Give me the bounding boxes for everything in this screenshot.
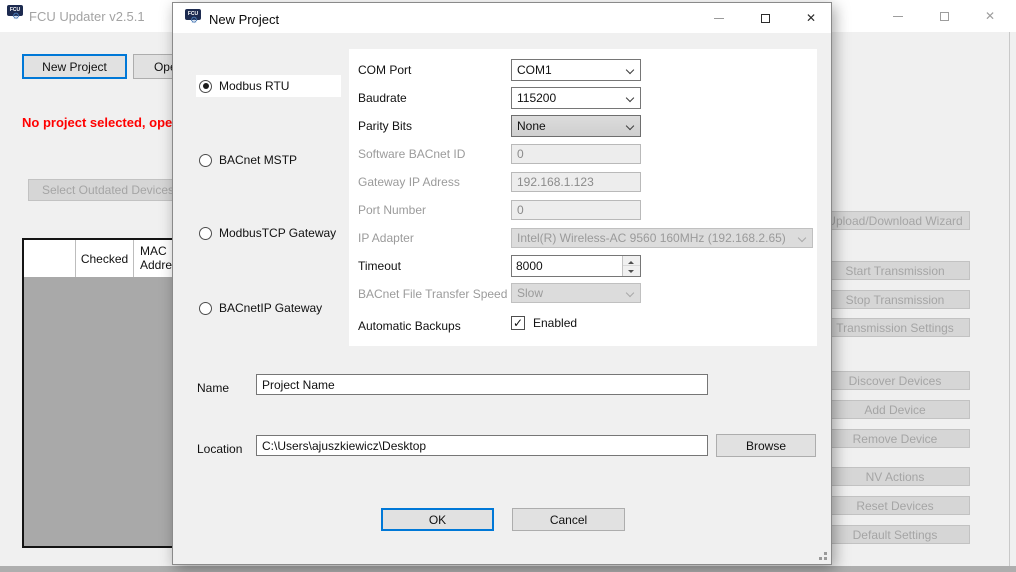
chevron-down-icon <box>626 94 634 102</box>
spinner-buttons <box>622 256 640 276</box>
dialog-titlebar[interactable]: FCU ⚙ New Project ✕ <box>173 3 831 33</box>
parity-bits-value: None <box>517 119 546 133</box>
cancel-button[interactable]: Cancel <box>512 508 625 531</box>
start-transmission-button[interactable]: Start Transmission <box>820 261 970 280</box>
ok-button[interactable]: OK <box>381 508 494 531</box>
table-col-select <box>24 240 76 277</box>
gateway-ip-field: 192.168.1.123 <box>511 172 641 192</box>
timeout-input[interactable] <box>512 256 622 276</box>
ip-adapter-select: Intel(R) Wireless-AC 9560 160MHz (192.16… <box>511 228 813 248</box>
radio-button-icon <box>199 302 212 315</box>
browse-button[interactable]: Browse <box>716 434 816 457</box>
minimize-icon <box>714 18 724 19</box>
new-project-button[interactable]: New Project <box>22 54 127 79</box>
ip-adapter-value: Intel(R) Wireless-AC 9560 160MHz (192.16… <box>517 231 786 245</box>
radio-button-icon <box>199 80 212 93</box>
chevron-down-icon <box>626 66 634 74</box>
maximize-icon <box>940 12 949 21</box>
dialog-maximize-button[interactable] <box>743 2 787 34</box>
select-outdated-devices-button[interactable]: Select Outdated Devices <box>28 179 188 201</box>
check-icon: ✓ <box>513 317 523 329</box>
app-icon: FCU ⚙ <box>7 5 25 23</box>
radio-label: Modbus RTU <box>219 79 289 93</box>
spin-down-button[interactable] <box>623 266 640 276</box>
radio-bacnet-mstp[interactable]: BACnet MSTP <box>196 149 297 171</box>
new-project-dialog: FCU ⚙ New Project ✕ Modbus RTU BACnet MS… <box>172 2 832 565</box>
enabled-label: Enabled <box>533 316 577 331</box>
window-bottom-border <box>0 566 1016 572</box>
baudrate-value: 115200 <box>517 91 556 105</box>
discover-devices-button[interactable]: Discover Devices <box>820 371 970 390</box>
location-input[interactable] <box>256 435 708 456</box>
com-port-value: COM1 <box>517 63 552 77</box>
dialog-title: New Project <box>209 12 279 27</box>
port-number-field: 0 <box>511 200 641 220</box>
default-settings-button[interactable]: Default Settings <box>820 525 970 544</box>
radio-label: BACnetIP Gateway <box>219 301 322 315</box>
close-icon: ✕ <box>806 12 816 24</box>
minimize-icon <box>893 16 903 17</box>
main-window-title: FCU Updater v2.5.1 <box>29 9 145 24</box>
reset-devices-button[interactable]: Reset Devices <box>820 496 970 515</box>
table-col-checked: Checked <box>76 240 134 277</box>
transfer-speed-label: BACnet File Transfer Speed <box>358 284 510 304</box>
nv-actions-button[interactable]: NV Actions <box>820 467 970 486</box>
main-minimize-button[interactable] <box>876 0 920 32</box>
chevron-down-icon <box>626 289 634 297</box>
stop-transmission-button[interactable]: Stop Transmission <box>820 290 970 309</box>
chevron-down-icon <box>798 234 806 242</box>
transmission-settings-button[interactable]: Transmission Settings <box>820 318 970 337</box>
timeout-label: Timeout <box>358 256 510 276</box>
com-port-label: COM Port <box>358 60 510 80</box>
radio-modbus-rtu[interactable]: Modbus RTU <box>196 75 341 97</box>
window-right-border <box>1009 32 1010 566</box>
com-port-select[interactable]: COM1 <box>511 59 641 81</box>
maximize-icon <box>761 14 770 23</box>
software-bacnet-id-field: 0 <box>511 144 641 164</box>
gear-icon: ⚙ <box>12 13 20 22</box>
spin-up-button[interactable] <box>623 256 640 266</box>
dialog-gear-icon: ⚙ <box>190 17 198 26</box>
radio-label: ModbusTCP Gateway <box>219 226 336 240</box>
add-device-button[interactable]: Add Device <box>820 400 970 419</box>
baudrate-select[interactable]: 115200 <box>511 87 641 109</box>
chevron-down-icon <box>626 122 634 130</box>
dialog-app-icon: FCU ⚙ <box>185 9 203 27</box>
no-project-warning: No project selected, open <box>22 115 180 130</box>
close-icon: ✕ <box>985 10 995 22</box>
automatic-backups-label: Automatic Backups <box>358 316 510 336</box>
radio-button-icon <box>199 227 212 240</box>
main-close-button[interactable]: ✕ <box>968 0 1012 32</box>
radio-bacnetip-gateway[interactable]: BACnetIP Gateway <box>196 297 322 319</box>
timeout-stepper <box>511 255 641 277</box>
dialog-minimize-button[interactable] <box>697 2 741 34</box>
main-maximize-button[interactable] <box>922 0 966 32</box>
gateway-ip-label: Gateway IP Adress <box>358 172 510 192</box>
transfer-speed-select: Slow <box>511 283 641 303</box>
transfer-speed-value: Slow <box>517 286 543 300</box>
port-number-label: Port Number <box>358 200 510 220</box>
name-input[interactable] <box>256 374 708 395</box>
dialog-close-button[interactable]: ✕ <box>789 2 833 34</box>
upload-download-wizard-button[interactable]: Upload/Download Wizard <box>820 211 970 230</box>
ip-adapter-label: IP Adapter <box>358 228 510 248</box>
radio-modbustcp-gateway[interactable]: ModbusTCP Gateway <box>196 222 336 244</box>
parity-bits-select[interactable]: None <box>511 115 641 137</box>
remove-device-button[interactable]: Remove Device <box>820 429 970 448</box>
baudrate-label: Baudrate <box>358 88 510 108</box>
radio-button-icon <box>199 154 212 167</box>
screen: FCU ⚙ FCU Updater v2.5.1 ✕ New Project O… <box>0 0 1016 572</box>
software-bacnet-id-label: Software BACnet ID <box>358 144 510 164</box>
resize-grip[interactable] <box>824 557 827 560</box>
automatic-backups-checkbox[interactable]: ✓ <box>511 316 525 330</box>
parity-bits-label: Parity Bits <box>358 116 510 136</box>
radio-label: BACnet MSTP <box>219 153 297 167</box>
